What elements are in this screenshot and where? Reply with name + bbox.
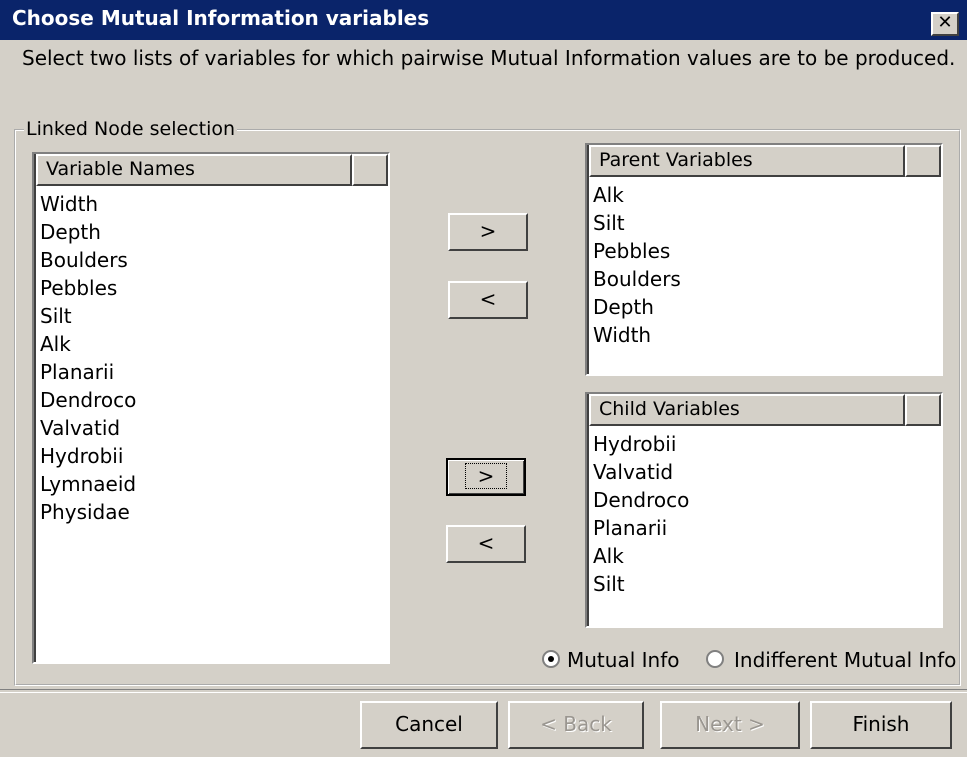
parent-variables-header[interactable]: Parent Variables — [589, 145, 905, 177]
child-variables-items: Hydrobii Valvatid Dendroco Planarii Alk Silt — [593, 430, 689, 598]
list-item[interactable]: Hydrobii — [593, 430, 689, 458]
child-variables-header-spare[interactable] — [905, 394, 941, 426]
close-icon: ✕ — [937, 12, 953, 33]
remove-child-button[interactable]: < — [446, 525, 526, 563]
finish-button[interactable]: Finish — [810, 701, 952, 749]
list-item[interactable]: Dendroco — [40, 386, 136, 414]
list-item[interactable]: Valvatid — [593, 458, 689, 486]
mutual-info-radio[interactable] — [542, 650, 560, 668]
next-button[interactable]: Next > — [660, 701, 800, 749]
list-item[interactable]: Silt — [593, 209, 681, 237]
list-item[interactable]: Alk — [593, 542, 689, 570]
mutual-info-label[interactable]: Mutual Info — [567, 648, 679, 672]
cancel-button[interactable]: Cancel — [360, 701, 498, 749]
variable-names-items: Width Depth Boulders Pebbles Silt Alk Planarii… — [40, 190, 136, 526]
list-item[interactable]: Dendroco — [593, 486, 689, 514]
list-item[interactable]: Silt — [593, 570, 689, 598]
variable-names-list[interactable]: Variable Names Width Depth Boulders Pebbles… — [32, 152, 390, 664]
list-item[interactable]: Width — [593, 321, 681, 349]
instruction-text: Select two lists of variables for which … — [22, 46, 956, 70]
remove-parent-button[interactable]: < — [448, 281, 528, 319]
indifferent-mutual-info-label[interactable]: Indifferent Mutual Info — [734, 648, 956, 672]
add-parent-button[interactable]: > — [448, 213, 528, 251]
parent-variables-list[interactable]: Parent Variables Alk Silt Pebbles Boulders D… — [585, 143, 943, 376]
variable-names-header-spare[interactable] — [352, 154, 388, 186]
parent-variables-header-spare[interactable] — [905, 145, 941, 177]
child-variables-list[interactable]: Child Variables Hydrobii Valvatid Dendroco… — [585, 392, 943, 628]
footer-separator — [0, 689, 967, 693]
list-item[interactable]: Physidae — [40, 498, 136, 526]
parent-variables-items: Alk Silt Pebbles Boulders Depth Width — [593, 181, 681, 349]
list-item[interactable]: Boulders — [40, 246, 136, 274]
title-bar: Choose Mutual Information variables ✕ — [0, 0, 967, 40]
window-title: Choose Mutual Information variables — [12, 6, 430, 30]
add-child-label: > — [464, 463, 508, 489]
list-item[interactable]: Alk — [40, 330, 136, 358]
add-child-button[interactable]: > — [446, 458, 526, 496]
list-item[interactable]: Depth — [40, 218, 136, 246]
list-item[interactable]: Width — [40, 190, 136, 218]
close-button[interactable]: ✕ — [931, 12, 959, 36]
list-item[interactable]: Silt — [40, 302, 136, 330]
variable-names-header[interactable]: Variable Names — [36, 154, 352, 186]
back-button[interactable]: < Back — [508, 701, 644, 749]
indifferent-mutual-info-radio[interactable] — [706, 650, 724, 668]
list-item[interactable]: Pebbles — [593, 237, 681, 265]
list-item[interactable]: Valvatid — [40, 414, 136, 442]
list-item[interactable]: Planarii — [40, 358, 136, 386]
child-variables-header[interactable]: Child Variables — [589, 394, 905, 426]
groupbox-label: Linked Node selection — [24, 118, 238, 140]
list-item[interactable]: Alk — [593, 181, 681, 209]
list-item[interactable]: Pebbles — [40, 274, 136, 302]
list-item[interactable]: Boulders — [593, 265, 681, 293]
list-item[interactable]: Hydrobii — [40, 442, 136, 470]
list-item[interactable]: Planarii — [593, 514, 689, 542]
list-item[interactable]: Depth — [593, 293, 681, 321]
list-item[interactable]: Lymnaeid — [40, 470, 136, 498]
